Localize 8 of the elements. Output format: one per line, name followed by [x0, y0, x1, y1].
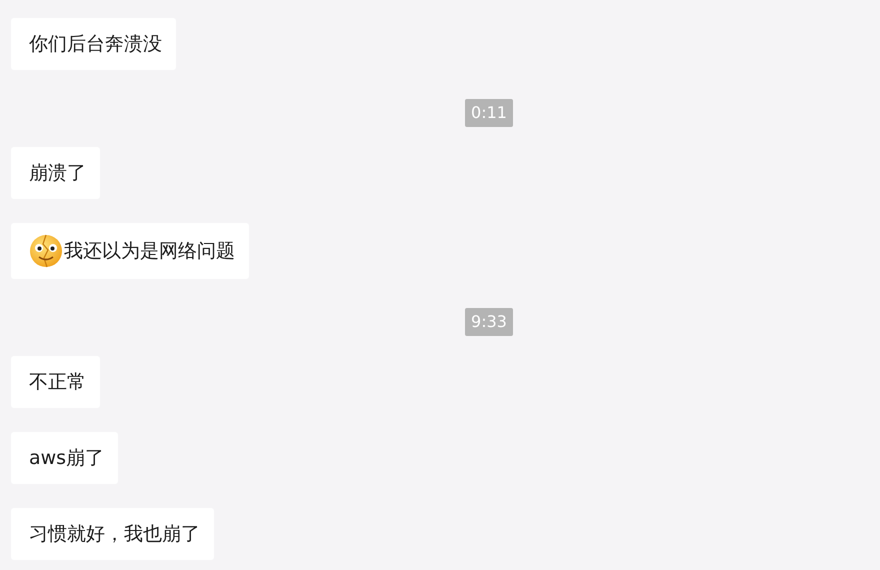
message-text: aws崩了 [29, 446, 104, 471]
message-text: 我还以为是网络问题 [64, 239, 235, 264]
message-text: 习惯就好，我也崩了 [29, 522, 200, 547]
message-text: 不正常 [29, 370, 86, 395]
message-text: 崩溃了 [29, 161, 86, 186]
message-text: 你们后台奔溃没 [29, 32, 162, 57]
timestamp: 0:11 [465, 99, 513, 127]
timestamp: 9:33 [465, 308, 513, 336]
